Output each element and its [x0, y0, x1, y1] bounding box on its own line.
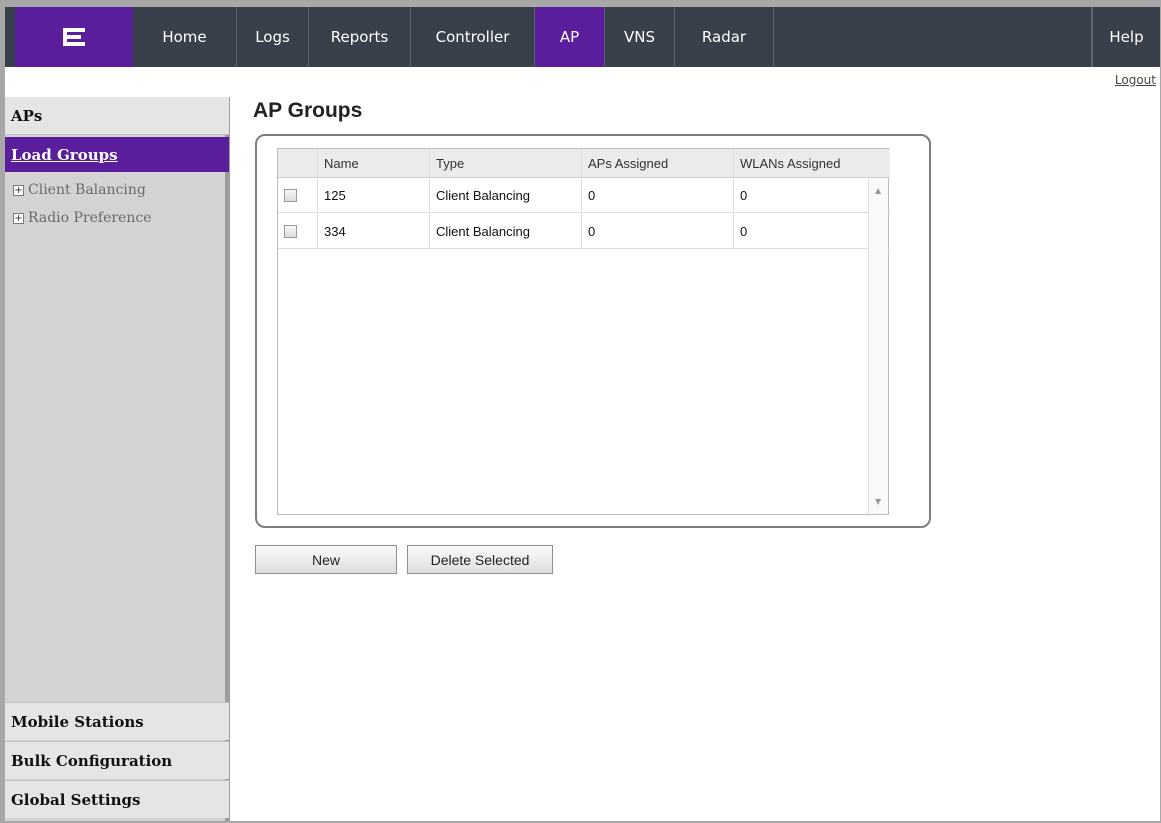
logout-link[interactable]: Logout — [1115, 73, 1156, 87]
cell-name: 334 — [318, 214, 430, 249]
expand-plus-icon[interactable]: + — [13, 184, 24, 196]
scroll-up-icon[interactable]: ▲ — [875, 186, 881, 195]
logo-tab[interactable] — [15, 7, 133, 67]
row-checkbox[interactable] — [284, 189, 297, 202]
nav-ap[interactable]: AP — [535, 7, 605, 67]
cell-aps-assigned: 0 — [582, 214, 734, 249]
ap-groups-panel: Name Type APs Assigned WLANs Assigned 12… — [255, 134, 931, 528]
top-nav-bar: Home Logs Reports Controller AP VNS Rada… — [5, 7, 1160, 67]
nav-spacer — [774, 7, 1092, 67]
cell-aps-assigned: 0 — [582, 178, 734, 213]
sidebar-item-load-groups[interactable]: Load Groups — [5, 137, 229, 172]
sidebar-header-aps[interactable]: APs — [5, 97, 229, 135]
sidebar: APs Load Groups + Client Balancing + Rad… — [5, 97, 230, 821]
row-select-cell — [278, 214, 318, 249]
table-scrollbar[interactable]: ▲ ▼ — [868, 178, 888, 514]
new-button[interactable]: New — [255, 545, 397, 574]
nav-controller[interactable]: Controller — [411, 7, 535, 67]
nav-reports[interactable]: Reports — [309, 7, 411, 67]
app-window: Home Logs Reports Controller AP VNS Rada… — [0, 0, 1161, 823]
tree-item-client-balancing[interactable]: + Client Balancing — [13, 182, 146, 198]
column-header-aps-assigned[interactable]: APs Assigned — [582, 149, 734, 178]
nav-home[interactable]: Home — [133, 7, 237, 67]
row-select-cell — [278, 178, 318, 213]
header-select — [278, 149, 318, 178]
tree-item-label: Client Balancing — [28, 182, 146, 198]
nav-help[interactable]: Help — [1092, 7, 1160, 67]
ap-groups-table: Name Type APs Assigned WLANs Assigned 12… — [277, 148, 890, 515]
column-header-type[interactable]: Type — [430, 149, 582, 178]
tree-item-radio-preference[interactable]: + Radio Preference — [13, 210, 152, 226]
table-row[interactable]: 334 Client Balancing 0 0 — [278, 214, 890, 249]
column-header-wlans-assigned[interactable]: WLANs Assigned — [734, 149, 890, 178]
cell-type: Client Balancing — [430, 178, 582, 213]
nav-logs[interactable]: Logs — [237, 7, 309, 67]
cell-wlans-assigned: 0 — [740, 224, 748, 239]
scroll-down-icon[interactable]: ▼ — [875, 497, 881, 506]
sidebar-item-bulk-configuration[interactable]: Bulk Configuration — [5, 741, 229, 779]
nav-radar[interactable]: Radar — [675, 7, 774, 67]
cell-type: Client Balancing — [430, 214, 582, 249]
tree-item-label: Radio Preference — [28, 210, 152, 226]
delete-selected-button[interactable]: Delete Selected — [407, 545, 553, 574]
sidebar-item-global-settings[interactable]: Global Settings — [5, 780, 229, 818]
expand-plus-icon[interactable]: + — [13, 212, 24, 224]
page-title: AP Groups — [253, 99, 363, 122]
extreme-logo-icon — [63, 28, 85, 46]
row-checkbox[interactable] — [284, 225, 297, 238]
nav-vns[interactable]: VNS — [605, 7, 675, 67]
cell-name: 125 — [318, 178, 430, 213]
table-header: Name Type APs Assigned WLANs Assigned — [278, 149, 890, 178]
cell-wlans-assigned: 0 — [740, 188, 748, 203]
sidebar-item-mobile-stations[interactable]: Mobile Stations — [5, 702, 229, 740]
column-header-name[interactable]: Name — [318, 149, 430, 178]
table-row[interactable]: 125 Client Balancing 0 0 — [278, 178, 890, 213]
